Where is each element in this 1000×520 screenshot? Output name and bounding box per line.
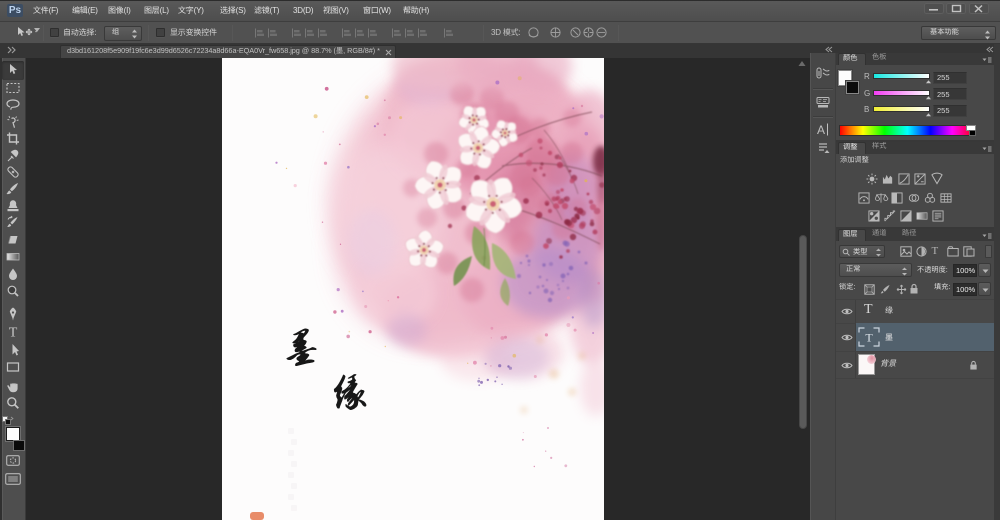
- svg-text:A: A: [817, 123, 825, 137]
- svg-text:T: T: [865, 331, 873, 345]
- svg-text:T: T: [9, 326, 18, 341]
